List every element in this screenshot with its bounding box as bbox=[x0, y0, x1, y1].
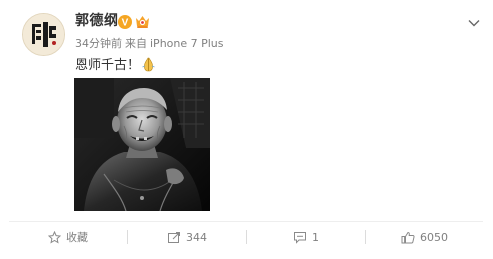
repost-icon bbox=[167, 231, 181, 244]
like-count: 6050 bbox=[420, 230, 448, 244]
repost-button[interactable]: 344 bbox=[128, 222, 246, 252]
favorite-button[interactable]: 收藏 bbox=[9, 222, 127, 252]
comment-count: 1 bbox=[312, 230, 319, 244]
vip-crown-icon[interactable] bbox=[134, 13, 151, 29]
source-prefix: 来自 bbox=[125, 37, 147, 50]
portrait-image bbox=[74, 78, 210, 211]
post-time[interactable]: 34分钟前 bbox=[75, 37, 122, 50]
action-bar: 收藏 344 1 6050 bbox=[9, 222, 483, 252]
post-content: 恩师千古！ bbox=[75, 56, 156, 78]
comment-icon bbox=[293, 231, 307, 244]
weibo-post-card: 郭德纲 V 34分钟前 来自 iPhone 7 Plus 恩师千古！ 收藏 34… bbox=[0, 0, 493, 259]
author-name[interactable]: 郭德纲 bbox=[75, 12, 119, 30]
post-text: 恩师千古！ bbox=[75, 58, 141, 73]
calligraphy-avatar-icon bbox=[23, 14, 64, 55]
svg-text:V: V bbox=[122, 18, 129, 29]
avatar[interactable] bbox=[22, 13, 65, 56]
pray-icon bbox=[141, 56, 156, 78]
star-icon bbox=[48, 230, 61, 244]
chevron-down-icon[interactable] bbox=[468, 12, 480, 27]
verified-badge-icon: V bbox=[118, 14, 132, 29]
comment-button[interactable]: 1 bbox=[247, 222, 365, 252]
favorite-label: 收藏 bbox=[66, 231, 88, 244]
thumbs-up-icon bbox=[401, 231, 415, 244]
post-photo[interactable] bbox=[74, 78, 210, 211]
post-meta: 34分钟前 来自 iPhone 7 Plus bbox=[75, 37, 224, 51]
like-button[interactable]: 6050 bbox=[366, 222, 483, 252]
source-device[interactable]: iPhone 7 Plus bbox=[150, 37, 224, 50]
repost-count: 344 bbox=[186, 230, 207, 244]
